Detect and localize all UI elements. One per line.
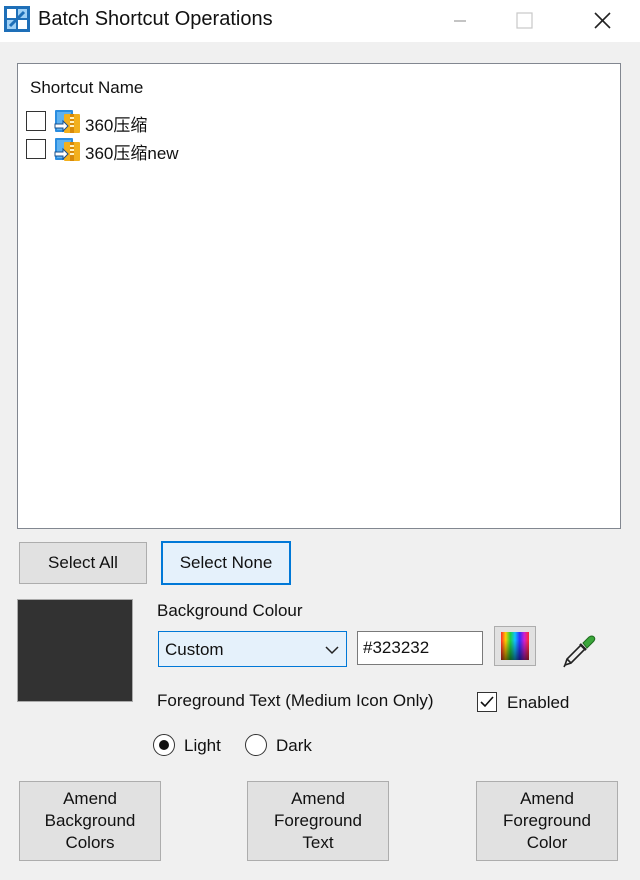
archive-icon	[54, 138, 80, 161]
button-line: Colors	[65, 833, 115, 852]
button-line: Amend	[520, 789, 574, 808]
button-line: Foreground	[503, 811, 591, 830]
enabled-label: Enabled	[507, 693, 570, 712]
button-line: Amend	[63, 789, 117, 808]
button-line: Background	[44, 811, 136, 830]
list-item-label: 360压缩new	[85, 144, 179, 163]
window-title: Batch Shortcut Operations	[38, 8, 273, 30]
background-preset-value: Custom	[165, 640, 224, 659]
list-item-checkbox[interactable]	[26, 111, 46, 131]
dark-radio[interactable]	[245, 734, 267, 756]
button-line: Amend	[291, 789, 345, 808]
list-header-shortcut-name: Shortcut Name	[30, 78, 144, 97]
close-icon[interactable]	[573, 0, 633, 42]
foreground-text-label: Foreground Text (Medium Icon Only)	[157, 691, 434, 710]
enabled-checkbox[interactable]	[477, 692, 497, 712]
select-none-button[interactable]: Select None	[161, 541, 291, 585]
button-line: Foreground	[274, 811, 362, 830]
list-item-checkbox[interactable]	[26, 139, 46, 159]
background-preset-select[interactable]: Custom	[158, 631, 347, 667]
background-colour-label: Background Colour	[157, 601, 303, 620]
list-item-label: 360压缩	[85, 116, 148, 135]
checkmark-icon	[480, 696, 494, 708]
maximize-icon[interactable]	[495, 0, 555, 42]
dark-label: Dark	[276, 736, 312, 755]
shortcut-list[interactable]: Shortcut Name 360压缩 360压缩new	[17, 63, 621, 529]
eyedropper-icon[interactable]	[561, 631, 599, 669]
color-spectrum-icon	[501, 632, 529, 660]
radio-selected-dot	[159, 740, 169, 750]
archive-icon	[54, 110, 80, 133]
light-label: Light	[184, 736, 221, 755]
amend-foreground-color-button[interactable]: Amend Foreground Color	[476, 781, 618, 861]
color-preview-swatch	[17, 599, 133, 702]
light-radio[interactable]	[153, 734, 175, 756]
button-line: Text	[302, 833, 334, 852]
list-item[interactable]: 360压缩	[26, 108, 426, 135]
color-picker-button[interactable]	[494, 626, 536, 666]
amend-background-colors-button[interactable]: Amend Background Colors	[19, 781, 161, 861]
amend-foreground-text-button[interactable]: Amend Foreground Text	[247, 781, 389, 861]
button-line: Color	[526, 833, 568, 852]
minimize-icon[interactable]	[430, 0, 490, 42]
app-icon	[4, 6, 30, 32]
hex-color-input[interactable]	[357, 631, 483, 665]
list-item[interactable]: 360压缩new	[26, 136, 426, 163]
select-all-button[interactable]: Select All	[19, 542, 147, 584]
chevron-down-icon	[325, 646, 339, 655]
title-bar: Batch Shortcut Operations	[0, 0, 640, 42]
